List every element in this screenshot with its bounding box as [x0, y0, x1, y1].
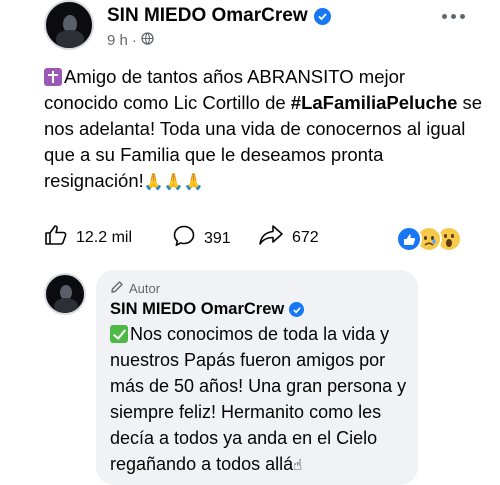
like-count: 12.2 mil	[76, 228, 133, 246]
author-badge-label: Autor	[129, 281, 161, 296]
share-count: 672	[292, 228, 319, 246]
cross-emoji-icon	[44, 68, 62, 86]
like-reaction-icon	[396, 226, 422, 252]
reply-author[interactable]: SIN MIEDO OmarCrew	[110, 300, 305, 319]
author-avatar[interactable]	[44, 0, 94, 50]
post-text: Amigo de tantos años ABRANSITO mejor con…	[44, 64, 484, 196]
globe-icon	[141, 32, 154, 49]
point-up-emoji: ☝	[293, 457, 303, 474]
like-button[interactable]: 12.2 mil	[44, 224, 132, 251]
verified-icon	[289, 302, 305, 317]
pencil-icon	[110, 280, 124, 297]
reply-text-body: Nos conocimos de toda la vida y nuestros…	[110, 324, 407, 474]
more-icon[interactable]	[436, 6, 470, 26]
post-actions: 12.2 mil 391 672	[44, 224, 474, 254]
comment-button[interactable]: 391	[172, 224, 231, 253]
reply-author-name[interactable]: SIN MIEDO OmarCrew	[110, 300, 284, 319]
hashtag-link[interactable]: #LaFamiliaPeluche	[291, 92, 458, 113]
post-meta: 9 h ·	[107, 32, 154, 49]
share-button[interactable]: 672	[258, 224, 319, 251]
post-author-name[interactable]: SIN MIEDO OmarCrew	[107, 5, 308, 27]
post-time[interactable]: 9 h	[107, 32, 128, 49]
post-header: SIN MIEDO OmarCrew 9 h ·	[44, 0, 474, 56]
reply-avatar[interactable]	[44, 273, 86, 315]
meta-separator: ·	[131, 32, 137, 49]
verified-icon	[313, 7, 331, 25]
reply-text: Nos conocimos de toda la vida y nuestros…	[110, 321, 410, 479]
reaction-summary[interactable]	[396, 226, 462, 252]
check-emoji-icon	[110, 325, 128, 343]
comment-icon	[172, 224, 196, 253]
share-icon	[258, 224, 284, 251]
author-badge: Autor	[110, 280, 160, 297]
pray-emoji: 🙏🙏🙏	[143, 174, 204, 191]
post-author[interactable]: SIN MIEDO OmarCrew	[107, 5, 331, 27]
comment-count: 391	[204, 229, 231, 247]
reply-bubble: Autor SIN MIEDO OmarCrew Nos conocimos d…	[96, 270, 418, 485]
like-icon	[44, 224, 68, 251]
